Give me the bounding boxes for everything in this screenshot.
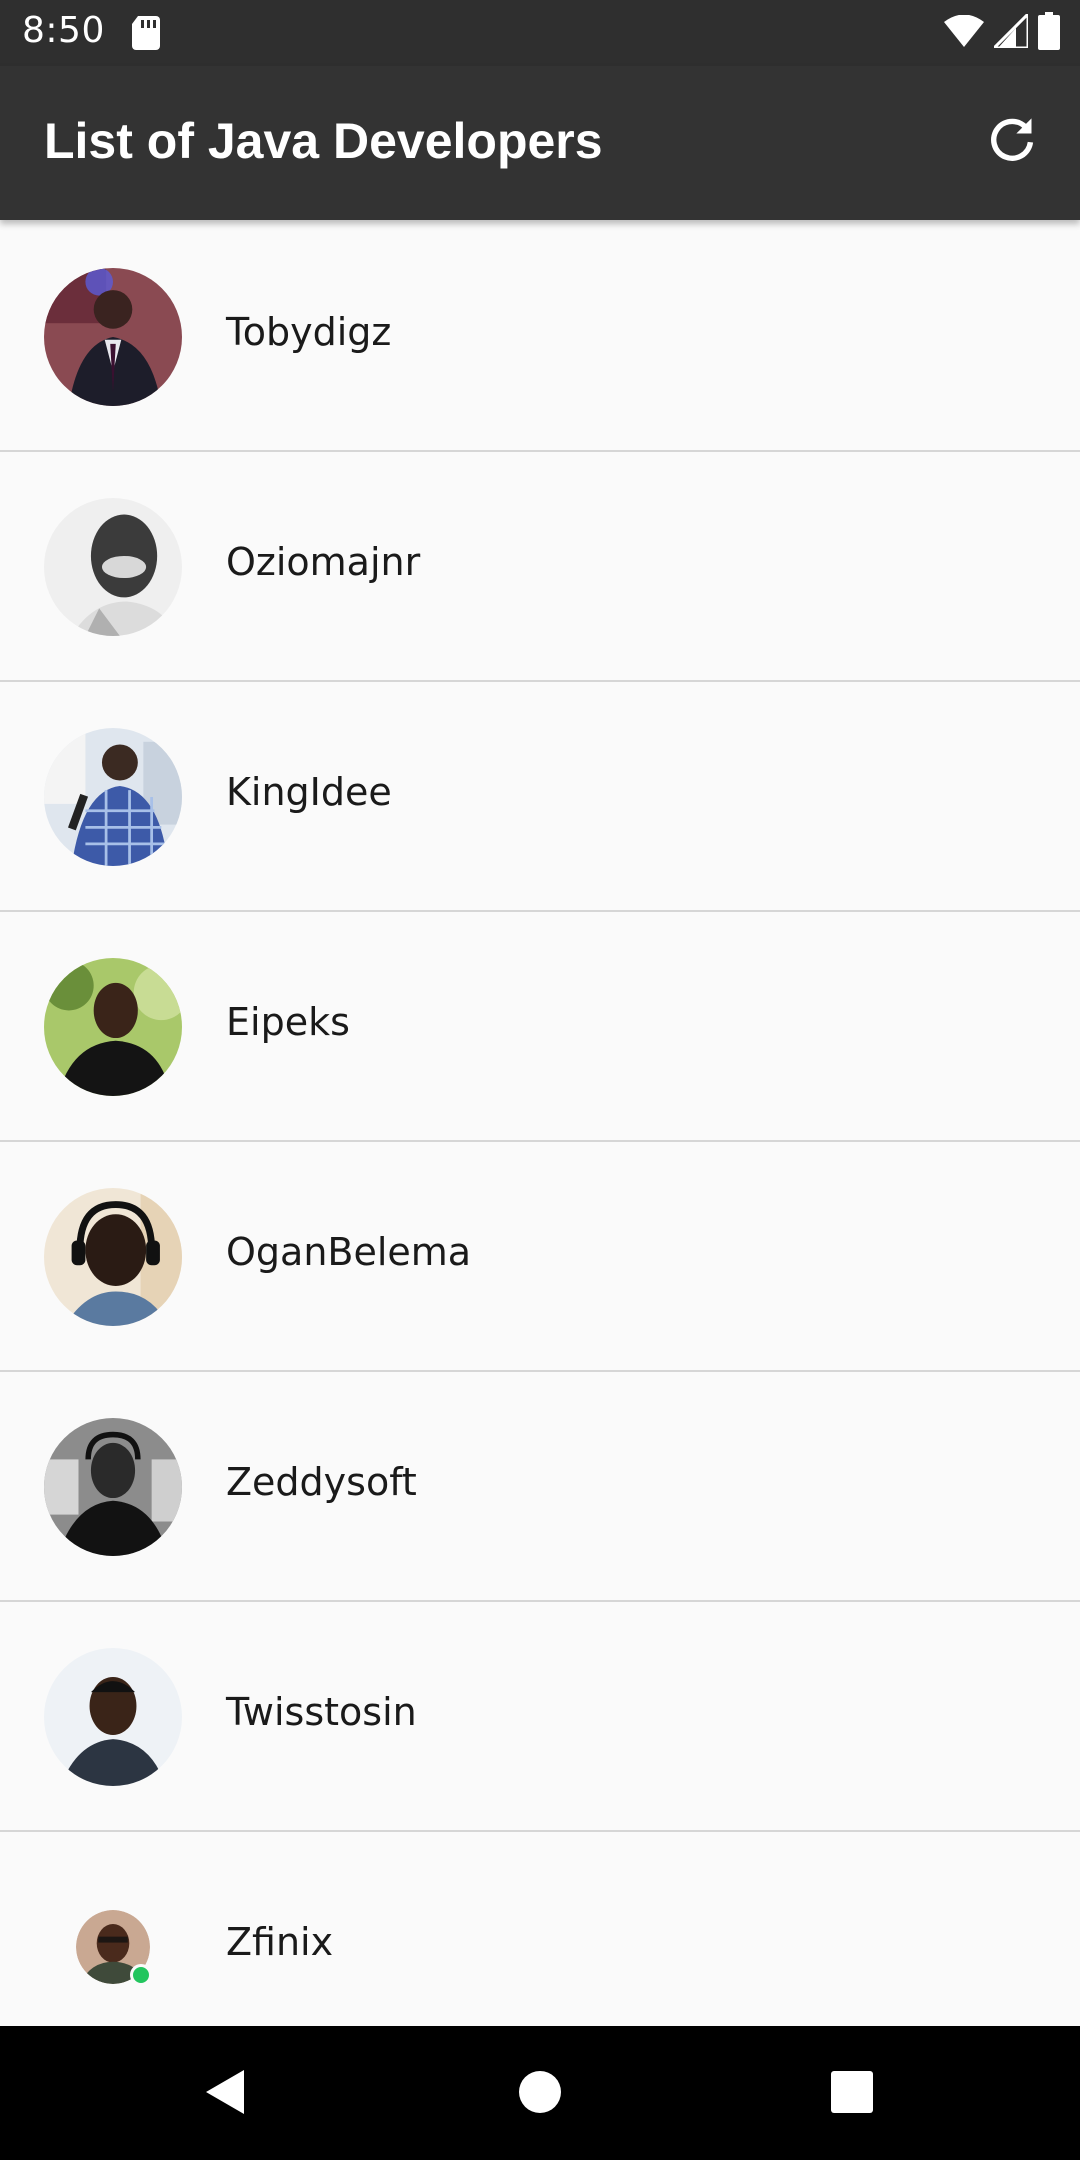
- avatar: [76, 1910, 152, 1986]
- developer-name: Tobydigz: [226, 310, 392, 354]
- developer-name: Oziomajnr: [226, 540, 421, 584]
- developer-name: Twisstosin: [226, 1690, 417, 1734]
- back-icon: [204, 2068, 248, 2120]
- developer-list-item[interactable]: Twisstosin: [0, 1602, 1080, 1832]
- developer-name: Zfinix: [226, 1920, 334, 1964]
- home-icon: [518, 2070, 562, 2118]
- avatar: [44, 728, 182, 866]
- status-icons: [944, 10, 1060, 54]
- refresh-button[interactable]: [980, 110, 1044, 174]
- developer-list-item[interactable]: Eipeks: [0, 912, 1080, 1142]
- home-button[interactable]: [512, 2066, 568, 2122]
- avatar: [44, 1418, 182, 1556]
- back-button[interactable]: [198, 2066, 254, 2122]
- developer-list: Tobydigz Oziomajnr KingIdee Eipeks OganB…: [0, 222, 1080, 2060]
- sd-card-icon: [132, 16, 160, 50]
- app-bar: List of Java Developers: [0, 66, 1080, 220]
- page-title: List of Java Developers: [44, 113, 603, 169]
- developer-name: OganBelema: [226, 1230, 472, 1274]
- wifi-icon: [944, 14, 984, 51]
- recents-icon: [831, 2071, 873, 2117]
- avatar: [44, 268, 182, 406]
- avatar: [44, 1648, 182, 1786]
- developer-list-item[interactable]: KingIdee: [0, 682, 1080, 912]
- avatar: [44, 498, 182, 636]
- recents-button[interactable]: [824, 2066, 880, 2122]
- battery-icon: [1038, 12, 1060, 54]
- developer-list-item[interactable]: OganBelema: [0, 1142, 1080, 1372]
- online-status-dot: [130, 1964, 152, 1986]
- status-bar: 8:50: [0, 0, 1080, 66]
- developer-list-item[interactable]: Tobydigz: [0, 222, 1080, 452]
- signal-icon: [990, 10, 1030, 52]
- developer-name: Eipeks: [226, 1000, 350, 1044]
- refresh-icon: [986, 114, 1038, 170]
- avatar: [44, 1188, 182, 1326]
- developer-list-item[interactable]: Oziomajnr: [0, 452, 1080, 682]
- developer-list-item[interactable]: Zeddysoft: [0, 1372, 1080, 1602]
- system-nav-bar: [0, 2026, 1080, 2160]
- avatar: [44, 958, 182, 1096]
- developer-name: Zeddysoft: [226, 1460, 417, 1504]
- developer-name: KingIdee: [226, 770, 392, 814]
- status-time: 8:50: [22, 10, 105, 51]
